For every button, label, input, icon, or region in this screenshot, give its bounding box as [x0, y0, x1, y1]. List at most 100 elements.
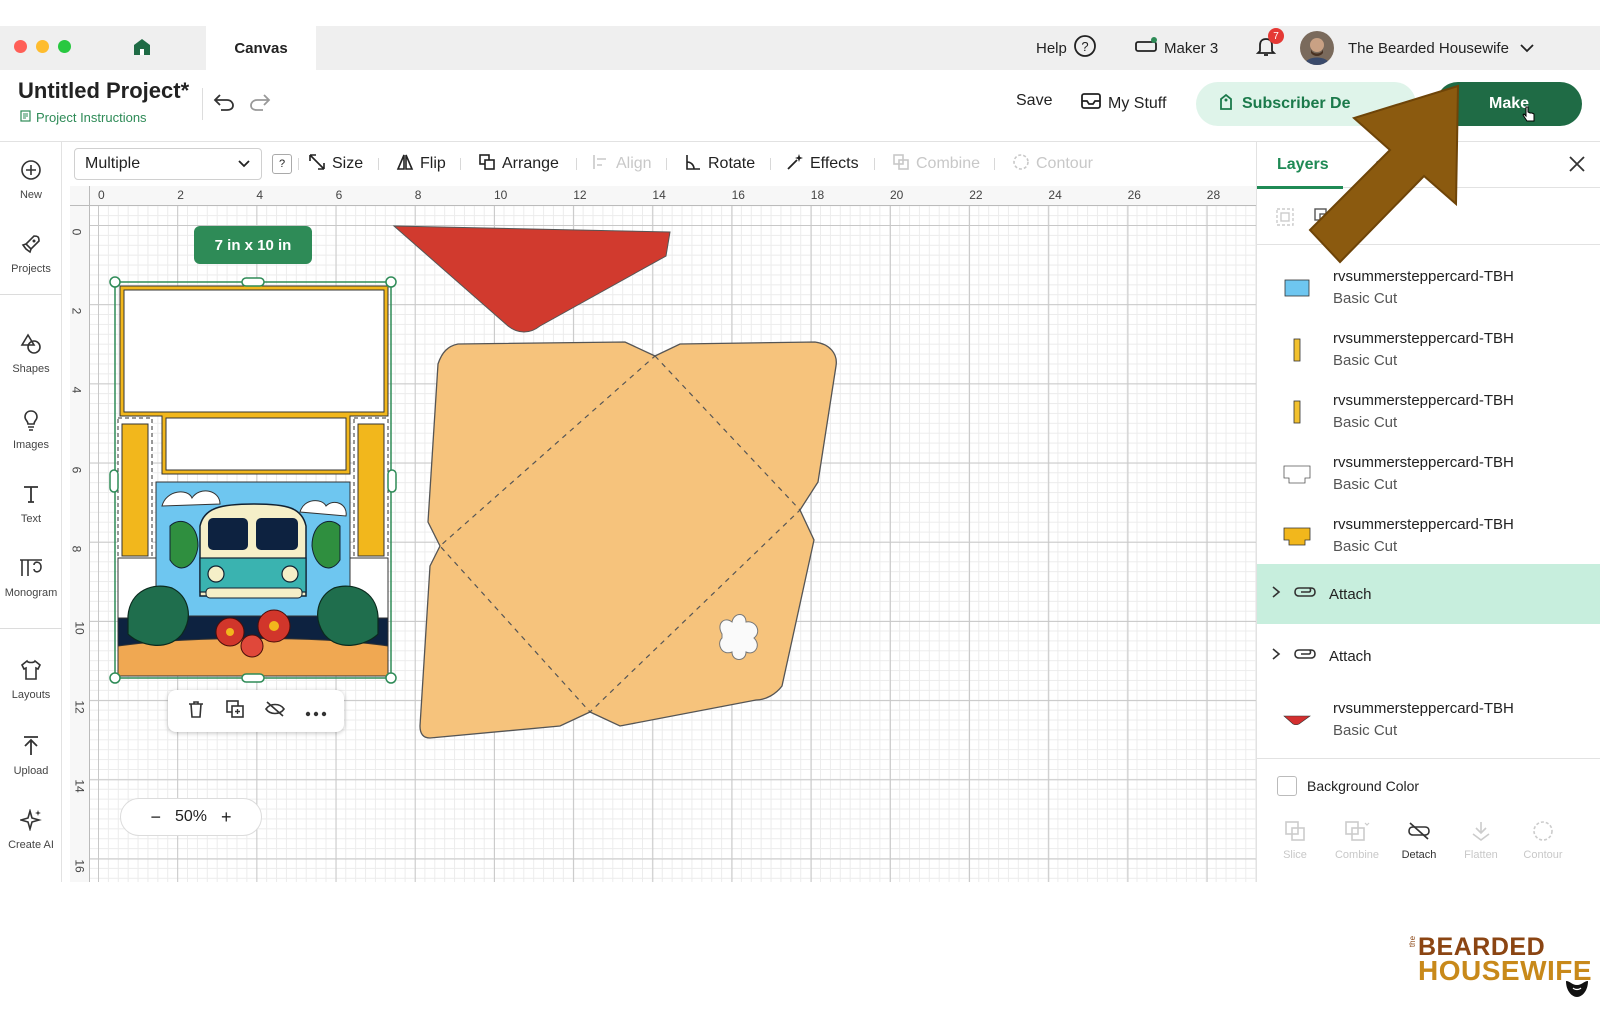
bell-icon: 7: [1254, 28, 1284, 62]
close-window-button[interactable]: [14, 40, 27, 53]
delete-layer-icon[interactable]: [1343, 207, 1363, 232]
user-menu[interactable]: The Bearded Housewife: [1300, 26, 1535, 70]
minimize-window-button[interactable]: [36, 40, 49, 53]
divider: [298, 158, 299, 170]
more-options-icon[interactable]: [305, 701, 327, 722]
flip-button[interactable]: Flip: [396, 142, 446, 186]
subscriber-deals-button[interactable]: Subscriber De: [1196, 82, 1416, 126]
hide-icon[interactable]: [264, 699, 286, 724]
zoom-in-button[interactable]: +: [221, 807, 232, 828]
layer-operation: Basic Cut: [1333, 352, 1398, 369]
attach-group-selected[interactable]: Attach: [1257, 564, 1600, 624]
save-button[interactable]: Save: [1016, 92, 1052, 110]
layer-row[interactable]: rvsummersteppercard-TBH Basic Cut: [1257, 506, 1600, 568]
duplicate-layer-icon[interactable]: [1313, 207, 1333, 232]
selection-size-badge: 7 in x 10 in: [194, 226, 312, 264]
question-circle-icon: ?: [1073, 34, 1097, 62]
my-stuff-button[interactable]: My Stuff: [1080, 92, 1166, 115]
sidebar-item-images[interactable]: Images: [0, 398, 62, 462]
close-icon[interactable]: [1567, 154, 1587, 180]
sidebar-item-projects[interactable]: Projects: [0, 222, 62, 286]
sidebar-item-label: Shapes: [12, 363, 50, 375]
layer-thumbnail: [1284, 279, 1310, 297]
trash-icon[interactable]: [186, 699, 206, 724]
maximize-window-button[interactable]: [58, 40, 71, 53]
design-canvas[interactable]: 0 2 4 6 8 10 12 14 16 18 20 22 24 26 28 0 2 4 6 8 10 12 14 16: [70, 186, 1256, 882]
contour-button[interactable]: Contour: [1012, 142, 1093, 186]
notification-count-badge: 7: [1268, 28, 1284, 44]
machine-button[interactable]: Maker 3: [1134, 26, 1218, 70]
tab-layers[interactable]: Layers: [1277, 156, 1329, 174]
divider: [770, 158, 771, 170]
sidebar-item-text[interactable]: Text: [0, 472, 62, 536]
rotate-icon: [684, 153, 702, 176]
slice-button[interactable]: Slice: [1265, 820, 1325, 861]
layer-row[interactable]: rvsummersteppercard-TBH Basic Cut: [1257, 320, 1600, 382]
home-icon[interactable]: [132, 37, 152, 62]
machine-label: Maker 3: [1164, 39, 1219, 57]
group-label: Attach: [1329, 585, 1372, 603]
arrange-label: Arrange: [502, 155, 559, 172]
help-button[interactable]: Help ?: [1036, 26, 1097, 70]
chevron-right-icon[interactable]: [1271, 585, 1281, 603]
operation-help-button[interactable]: ?: [272, 154, 292, 174]
layer-thumbnail: [1293, 338, 1301, 362]
notifications-button[interactable]: 7: [1254, 26, 1284, 70]
duplicate-icon[interactable]: [225, 699, 245, 724]
sidebar-item-new[interactable]: New: [0, 148, 62, 212]
size-button[interactable]: Size: [308, 142, 363, 186]
layer-row[interactable]: rvsummersteppercard-TBH Basic Cut: [1257, 444, 1600, 506]
zoom-out-button[interactable]: −: [150, 807, 161, 828]
magic-wand-icon: [786, 153, 804, 176]
detach-icon: [1406, 820, 1432, 845]
subscriber-label: Subscriber De: [1242, 95, 1351, 112]
layer-row[interactable]: rvsummersteppercard-TBH Basic Cut: [1257, 258, 1600, 320]
pointer-cursor-icon: [1522, 106, 1536, 127]
contour-layer-button[interactable]: Contour: [1513, 820, 1573, 861]
sidebar-item-create-ai[interactable]: Create AI: [0, 798, 62, 862]
sidebar-item-upload[interactable]: Upload: [0, 724, 62, 788]
tab-canvas[interactable]: Canvas: [206, 26, 316, 70]
logo-the-text: the: [1408, 935, 1418, 948]
combine-layers-button[interactable]: Combine: [1327, 820, 1387, 861]
layer-row[interactable]: rvsummersteppercard-TBH Basic Cut: [1257, 690, 1600, 752]
tab-color-sync[interactable]: al rs: [1375, 156, 1431, 174]
background-color-checkbox[interactable]: [1277, 775, 1297, 796]
combine-button[interactable]: Combine: [892, 142, 980, 186]
attach-group[interactable]: Attach: [1257, 626, 1600, 686]
project-title[interactable]: Untitled Project*: [18, 78, 189, 104]
redo-icon[interactable]: [248, 92, 272, 117]
sparkle-icon: [18, 808, 42, 835]
layer-name: rvsummersteppercard-TBH: [1333, 700, 1514, 717]
detach-button[interactable]: Detach: [1389, 820, 1449, 861]
layer-operation: Basic Cut: [1333, 290, 1398, 307]
rotate-button[interactable]: Rotate: [684, 142, 755, 186]
align-button[interactable]: Align: [592, 142, 652, 186]
layer-row[interactable]: rvsummersteppercard-TBH Basic Cut: [1257, 382, 1600, 444]
combine-layers-label: Combine: [1334, 849, 1380, 861]
shirt-icon: [20, 659, 42, 685]
divider: [994, 158, 995, 170]
effects-button[interactable]: Effects: [786, 142, 859, 186]
operation-select-value: Multiple: [85, 155, 141, 172]
canvas-artwork: [109, 225, 837, 739]
sidebar-item-monogram[interactable]: Monogram: [0, 546, 62, 610]
operation-select[interactable]: Multiple: [74, 148, 262, 180]
make-button[interactable]: Make: [1436, 82, 1582, 126]
flatten-button[interactable]: Flatten: [1451, 820, 1511, 861]
tab-color-sync-label-start: al: [1375, 156, 1388, 173]
effects-label: Effects: [810, 155, 859, 172]
undo-icon[interactable]: [212, 92, 236, 117]
arrange-button[interactable]: Arrange: [478, 142, 559, 186]
background-color-row[interactable]: Background Color: [1257, 758, 1600, 812]
group-icon[interactable]: [1275, 207, 1295, 232]
monogram-icon: [18, 557, 44, 583]
machine-icon: [1134, 37, 1158, 59]
contour-icon: [1012, 153, 1030, 176]
layer-name: rvsummersteppercard-TBH: [1333, 454, 1514, 471]
sidebar-item-layouts[interactable]: Layouts: [0, 648, 62, 712]
chevron-right-icon[interactable]: [1271, 647, 1281, 665]
project-instructions-link[interactable]: Project Instructions: [20, 110, 147, 125]
layer-thumbnail: [1283, 715, 1311, 726]
sidebar-item-shapes[interactable]: Shapes: [0, 322, 62, 386]
